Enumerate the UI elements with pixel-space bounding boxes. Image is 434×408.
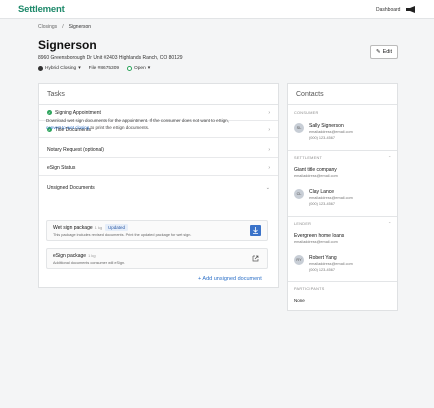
- breadcrumb-separator: /: [62, 24, 64, 30]
- closing-type-dropdown[interactable]: Hybrid Closing ▾: [38, 66, 81, 71]
- avatar: CL: [294, 189, 304, 199]
- participants-section: PARTICIPANTS None: [288, 281, 397, 303]
- megaphone-icon[interactable]: [406, 6, 415, 13]
- task-label: Notary Request (optional): [47, 146, 104, 153]
- chevron-right-icon: ›: [268, 165, 270, 171]
- esign-package-card[interactable]: eSign package 1 kg Additional documents c…: [46, 248, 268, 269]
- lender-company: Evergreen home loans: [294, 233, 345, 239]
- contacts-panel: Contacts CONSUMER SL Sally Signerson ema…: [287, 83, 398, 311]
- package-size: 1 kg: [88, 253, 96, 258]
- chevron-down-icon: ▾: [78, 66, 81, 71]
- consumer-name: Sally Signerson: [309, 123, 344, 129]
- chevron-right-icon: ›: [268, 110, 270, 116]
- lender-person-email[interactable]: emailaddress@email.com: [309, 262, 353, 266]
- chevron-down-icon: ▾: [147, 66, 151, 71]
- task-row-esign-status[interactable]: eSign Status ›: [39, 160, 278, 176]
- task-row-unsigned[interactable]: Unsigned Documents ⌄: [39, 180, 278, 196]
- settlement-person-phone[interactable]: (000) 123-4567: [309, 202, 335, 206]
- settlement-section: SETTLEMENT ⌃ Giant title company emailad…: [288, 150, 397, 206]
- brand-logo[interactable]: Settlement: [18, 4, 65, 15]
- package-name: eSign package: [53, 253, 87, 259]
- chevron-up-icon[interactable]: ⌃: [388, 155, 391, 160]
- closing-type-label: Hybrid Closing: [45, 66, 77, 71]
- task-row-notary[interactable]: Notary Request (optional) ›: [39, 142, 278, 158]
- task-label: Unsigned Documents: [47, 185, 95, 191]
- breadcrumb: Closings / Signerson: [38, 24, 91, 30]
- contacts-title: Contacts: [288, 84, 397, 105]
- package-name: Wet sign package: [53, 225, 93, 231]
- pencil-icon: ✎: [375, 49, 381, 55]
- file-number: File #8675309: [88, 66, 120, 71]
- hybrid-icon: [38, 66, 43, 71]
- tasks-title: Tasks: [39, 84, 278, 105]
- settlement-person-name: Clay Lance: [309, 189, 335, 195]
- package-description: Additional documents consumer will eSign…: [53, 261, 126, 265]
- breadcrumb-closings[interactable]: Closings: [38, 24, 57, 30]
- external-link-icon[interactable]: [250, 253, 261, 264]
- edit-label: Edit: [382, 49, 393, 55]
- status-icon: [127, 66, 133, 71]
- settlement-company: Giant title company: [294, 167, 337, 173]
- page-title: Signerson: [38, 38, 97, 52]
- dashboard-link[interactable]: Dashboard: [376, 7, 400, 13]
- package-size: 1 kg: [94, 225, 103, 230]
- unsigned-text-end: to print the eSign documents.: [89, 125, 150, 130]
- lender-person-phone[interactable]: (000) 123-4567: [309, 268, 335, 272]
- updated-badge: Updated: [105, 224, 129, 231]
- settlement-label: SETTLEMENT: [294, 156, 323, 160]
- chevron-up-icon[interactable]: ⌃: [388, 221, 391, 226]
- avatar: RY: [294, 255, 304, 265]
- download-icon[interactable]: [250, 225, 261, 236]
- unsigned-text: Download wet sign documents for the appo…: [46, 118, 229, 123]
- lender-person-name: Robert Yang: [309, 255, 337, 261]
- participants-label: PARTICIPANTS: [294, 287, 325, 291]
- consumer-label: CONSUMER: [294, 111, 319, 115]
- add-unsigned-document-button[interactable]: + Add unsigned document: [198, 276, 262, 282]
- lender-section: LENDER ⌃ Evergreen home loans emailaddre…: [288, 216, 397, 272]
- convert-wet-closing-link[interactable]: convert to wet closing: [46, 125, 89, 130]
- wet-sign-package-card[interactable]: Wet sign package 1 kg Updated This packag…: [46, 220, 268, 241]
- task-label: eSign Status: [47, 164, 76, 171]
- closing-meta: Hybrid Closing ▾ File #8675309 Open ▾: [38, 66, 150, 71]
- consumer-phone[interactable]: (000) 123-4567: [309, 136, 335, 140]
- task-label: Signing Appointment: [55, 109, 101, 116]
- lender-label: LENDER: [294, 222, 312, 226]
- breadcrumb-current: Signerson: [68, 24, 92, 30]
- check-icon: ✓: [47, 110, 52, 115]
- participants-value: None: [294, 298, 305, 303]
- unsigned-description: Download wet sign documents for the appo…: [46, 117, 276, 131]
- property-address: 8960 Greensborough Dr Unit #2403 Highlan…: [38, 55, 183, 61]
- settlement-person-email[interactable]: emailaddress@email.com: [309, 196, 353, 200]
- chevron-down-icon: ⌄: [265, 185, 270, 191]
- edit-button[interactable]: ✎ Edit: [370, 45, 398, 59]
- chevron-right-icon: ›: [268, 147, 270, 153]
- avatar: SL: [294, 123, 304, 133]
- consumer-email[interactable]: emailaddress@email.com: [309, 130, 353, 134]
- settlement-email[interactable]: emailaddress@email.com: [294, 174, 338, 178]
- status-dropdown[interactable]: Open ▾: [127, 66, 150, 71]
- package-description: This package includes revised documents.…: [53, 233, 192, 237]
- lender-email[interactable]: emailaddress@email.com: [294, 240, 338, 244]
- top-bar: Settlement Dashboard: [0, 0, 434, 19]
- status-label: Open: [134, 66, 146, 71]
